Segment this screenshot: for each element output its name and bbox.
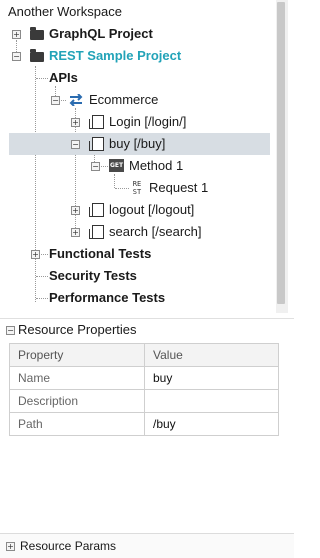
folder-icon	[30, 27, 44, 40]
expand-icon[interactable]: +	[6, 542, 15, 551]
resource-icon	[89, 225, 104, 239]
resource-label: Login [/login/]	[109, 114, 187, 129]
rest-request-icon: RE ST	[132, 180, 142, 196]
expand-icon[interactable]: +	[71, 206, 80, 215]
resource-icon	[89, 203, 104, 217]
tree-item-security-tests[interactable]: Security Tests	[0, 265, 276, 287]
tree-item-resource-login[interactable]: + Login [/login/]	[0, 111, 276, 133]
collapse-icon[interactable]: −	[6, 326, 15, 335]
tree-item-ecommerce[interactable]: − Ecommerce	[0, 89, 276, 111]
tree-item-functional-tests[interactable]: + Functional Tests	[0, 243, 276, 265]
resource-icon	[89, 137, 104, 151]
column-header-property[interactable]: Property	[9, 343, 145, 367]
tree-item-resource-logout[interactable]: + logout [/logout]	[0, 199, 276, 221]
project-label: REST Sample Project	[49, 48, 182, 63]
property-value-cell[interactable]: /buy	[144, 412, 279, 436]
tree-item-apis[interactable]: APIs	[0, 67, 276, 89]
method-label: Method 1	[129, 158, 184, 173]
tree-item-method[interactable]: − GET Method 1	[0, 155, 276, 177]
resource-properties-table: Property Value Name buy Description Path…	[9, 343, 279, 436]
tree-item-graphql-project[interactable]: + GraphQL Project	[0, 23, 276, 45]
workspace-label: Another Workspace	[8, 4, 122, 19]
security-tests-label: Security Tests	[49, 268, 137, 283]
collapse-icon[interactable]: −	[51, 96, 60, 105]
property-value-cell[interactable]: buy	[144, 366, 279, 390]
tree-item-resource-search[interactable]: + search [/search]	[0, 221, 276, 243]
service-label: Ecommerce	[89, 92, 159, 107]
table-row[interactable]: Name buy	[9, 366, 279, 390]
property-key: Path	[9, 412, 145, 436]
resource-label: search [/search]	[109, 224, 202, 239]
resource-properties-title: Resource Properties	[18, 322, 137, 337]
table-header-row: Property Value	[9, 343, 279, 367]
resource-params-header[interactable]: + Resource Params	[0, 533, 294, 558]
table-row[interactable]: Path /buy	[9, 412, 279, 436]
expand-icon[interactable]: +	[71, 118, 80, 127]
rest-service-icon	[69, 94, 83, 106]
tree-item-performance-tests[interactable]: Performance Tests	[0, 287, 276, 309]
collapse-icon[interactable]: −	[91, 162, 100, 171]
tree-item-workspace[interactable]: Another Workspace	[0, 1, 276, 23]
request-label: Request 1	[149, 180, 209, 195]
tree-item-resource-buy[interactable]: − buy [/buy]	[9, 133, 270, 155]
project-tree[interactable]: Another Workspace + GraphQL Project − RE…	[0, 0, 294, 313]
collapse-icon[interactable]: −	[71, 140, 80, 149]
tree-item-rest-project[interactable]: − REST Sample Project	[0, 45, 276, 67]
folder-icon	[30, 49, 44, 62]
apis-label: APIs	[49, 70, 78, 85]
get-method-icon: GET	[109, 159, 124, 172]
resource-label: logout [/logout]	[109, 202, 195, 217]
resource-properties-header[interactable]: − Resource Properties	[0, 318, 294, 341]
functional-tests-label: Functional Tests	[49, 246, 152, 261]
tree-item-request[interactable]: RE ST Request 1	[0, 177, 276, 199]
expand-icon[interactable]: +	[31, 250, 40, 259]
resource-label: buy [/buy]	[109, 136, 166, 151]
expand-icon[interactable]: +	[71, 228, 80, 237]
tree-scrollbar-thumb[interactable]	[277, 2, 285, 304]
resource-params-title: Resource Params	[20, 539, 117, 553]
property-key: Description	[9, 389, 145, 413]
performance-tests-label: Performance Tests	[49, 290, 166, 305]
project-label: GraphQL Project	[49, 26, 153, 41]
table-row[interactable]: Description	[9, 389, 279, 413]
collapse-icon[interactable]: −	[12, 52, 21, 61]
expand-icon[interactable]: +	[12, 30, 21, 39]
column-header-value[interactable]: Value	[144, 343, 279, 367]
property-value-cell[interactable]	[144, 389, 279, 413]
resource-icon	[89, 115, 104, 129]
property-key: Name	[9, 366, 145, 390]
